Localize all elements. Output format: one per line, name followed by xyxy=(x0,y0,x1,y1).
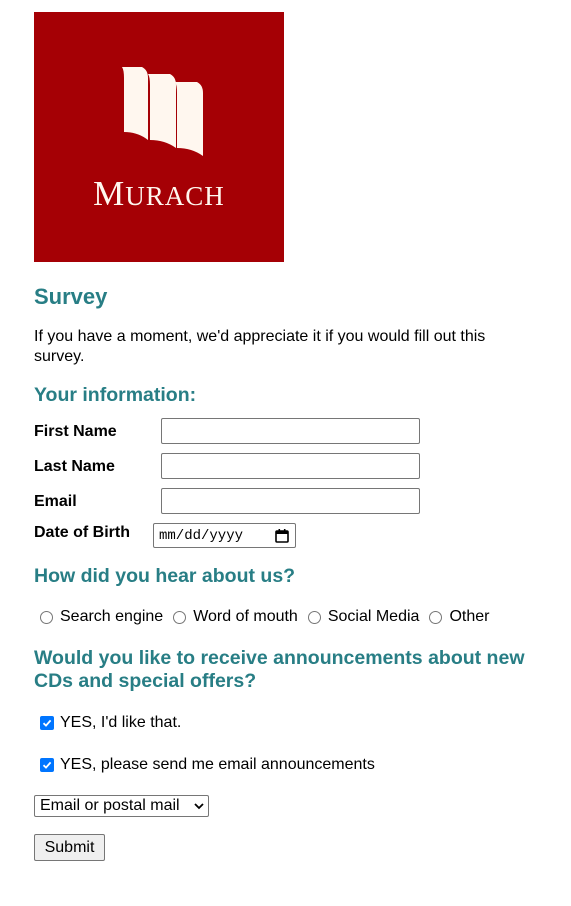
intro-text: If you have a moment, we'd appreciate it… xyxy=(34,328,486,365)
first-name-field[interactable] xyxy=(161,418,420,444)
checkmark-icon xyxy=(42,761,52,769)
last-name-field[interactable] xyxy=(161,453,420,479)
section-heading-hear: How did you hear about us? xyxy=(34,565,296,587)
murach-logo: MURACH xyxy=(34,12,284,262)
dob-placeholder: mm/dd/yyyy xyxy=(159,527,244,544)
radio-button[interactable] xyxy=(40,610,53,624)
radio-button[interactable] xyxy=(173,610,187,624)
checkmark-icon xyxy=(42,719,52,727)
radio-other[interactable]: Other xyxy=(429,608,489,626)
calendar-icon[interactable] xyxy=(275,528,289,543)
radio-social-media[interactable]: Social Media xyxy=(307,608,420,626)
radio-button[interactable] xyxy=(429,610,443,624)
radio-button[interactable] xyxy=(307,610,321,624)
murach-book-icon xyxy=(122,67,203,156)
announcements-checkbox-row[interactable]: YES, I'd like that. xyxy=(40,714,181,732)
section-heading-announcements: Would you like to receive announcements … xyxy=(34,647,525,692)
page-title: Survey xyxy=(34,284,108,309)
radio-word-of-mouth[interactable]: Word of mouth xyxy=(173,608,298,626)
chevron-down-icon xyxy=(194,802,204,809)
radio-label: Search engine xyxy=(60,608,164,625)
announcements-checkbox-label: YES, I'd like that. xyxy=(60,714,182,731)
email-announcements-checkbox-label: YES, please send me email announcements xyxy=(60,756,375,773)
dob-label: Date of Birth xyxy=(34,524,130,541)
submit-button[interactable]: Submit xyxy=(34,834,105,861)
contact-method-select[interactable]: Email or postal mail xyxy=(34,795,209,817)
email-field[interactable] xyxy=(161,488,420,514)
announcements-checkbox[interactable] xyxy=(40,716,54,730)
first-name-label: First Name xyxy=(34,423,117,440)
referral-radio-group: Search engine Word of mouth Social Media… xyxy=(40,608,499,626)
last-name-label: Last Name xyxy=(34,458,115,475)
radio-label: Word of mouth xyxy=(193,608,298,625)
section-heading-info: Your information: xyxy=(34,384,197,406)
logo-text: MURACH xyxy=(93,174,225,213)
radio-label: Other xyxy=(449,608,490,625)
email-label: Email xyxy=(34,493,77,510)
contact-method-value: Email or postal mail xyxy=(40,797,180,814)
radio-label: Social Media xyxy=(327,608,420,625)
dob-date-input[interactable]: mm/dd/yyyy xyxy=(153,523,296,548)
radio-search-engine[interactable]: Search engine xyxy=(40,608,163,626)
email-announcements-checkbox[interactable] xyxy=(40,758,54,772)
email-announcements-checkbox-row[interactable]: YES, please send me email announcements xyxy=(40,756,375,774)
